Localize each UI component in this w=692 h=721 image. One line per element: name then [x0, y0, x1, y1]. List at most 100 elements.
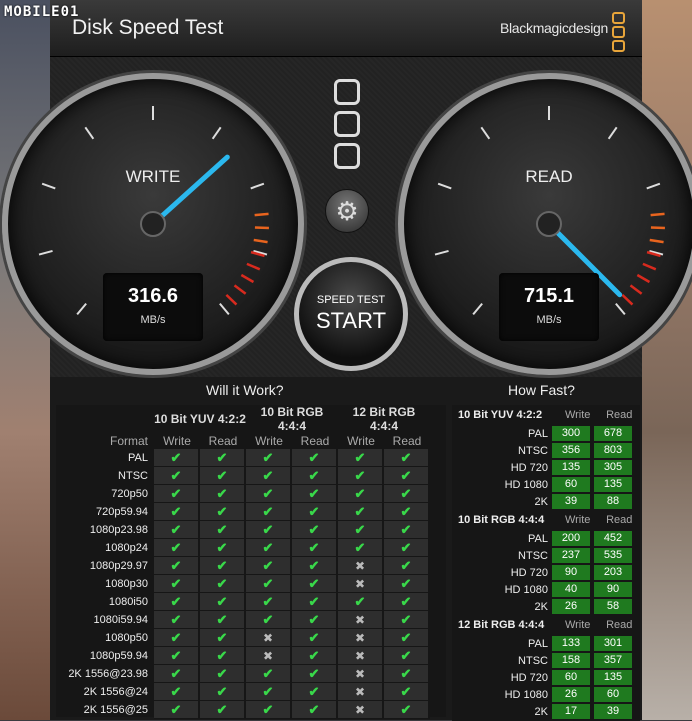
gauge-tick: [220, 304, 229, 315]
check-icon: ✔: [309, 702, 320, 717]
supported-cell: ✔: [292, 521, 338, 539]
supported-cell: ✔: [154, 647, 200, 665]
gauge-redline-tick: [234, 285, 245, 293]
title-bar: Disk Speed Test Blackmagicdesign: [50, 0, 642, 57]
check-icon: ✔: [355, 486, 366, 501]
start-button[interactable]: SPEED TEST START: [294, 257, 408, 371]
gauge-tick: [435, 251, 449, 255]
format-label: 2K 1556@23.98: [56, 665, 154, 683]
supported-cell: ✔: [154, 701, 200, 719]
supported-cell: ✔: [200, 593, 246, 611]
table-row: 2K 1556@23.98✔✔✔✔✖✔: [56, 665, 430, 683]
read-fps-value: 39: [594, 704, 632, 719]
group-name: 10 Bit YUV 4:2:2: [452, 409, 557, 425]
supported-cell: ✔: [246, 449, 292, 467]
check-icon: ✔: [217, 630, 228, 645]
check-icon: ✔: [309, 612, 320, 627]
check-icon: ✔: [355, 522, 366, 537]
write-fps-value: 40: [552, 582, 590, 597]
write-header: Write: [154, 433, 200, 449]
supported-cell: ✔: [200, 701, 246, 719]
supported-cell: ✔: [200, 467, 246, 485]
format-label: 720p59.94: [56, 503, 154, 521]
supported-cell: ✔: [384, 647, 430, 665]
gear-icon: ⚙: [335, 196, 358, 226]
check-icon: ✔: [401, 486, 412, 501]
check-icon: ✔: [401, 684, 412, 699]
check-icon: ✔: [355, 540, 366, 555]
gauge-tick: [609, 127, 617, 138]
settings-button[interactable]: ⚙: [325, 189, 369, 233]
gauge-hub: [141, 212, 165, 236]
supported-cell: ✔: [384, 503, 430, 521]
format-label: NTSC: [452, 445, 552, 457]
supported-cell: ✔: [154, 575, 200, 593]
check-icon: ✔: [309, 504, 320, 519]
format-label: 2K 1556@24: [56, 683, 154, 701]
supported-cell: ✔: [246, 575, 292, 593]
how-fast-panel: 10 Bit YUV 4:2:2WriteReadPAL300678NTSC35…: [452, 405, 640, 721]
check-icon: ✔: [171, 666, 182, 681]
supported-cell: ✔: [338, 467, 384, 485]
unsupported-cell: ✖: [338, 575, 384, 593]
supported-cell: ✔: [338, 485, 384, 503]
read-fps-value: 535: [594, 548, 632, 563]
check-icon: ✔: [217, 666, 228, 681]
check-icon: ✔: [171, 612, 182, 627]
table-row: 1080p23.98✔✔✔✔✔✔: [56, 521, 430, 539]
supported-cell: ✔: [246, 557, 292, 575]
gauge-tick: [616, 304, 625, 315]
table-row: 1080p30✔✔✔✔✖✔: [56, 575, 430, 593]
check-icon: ✔: [171, 504, 182, 519]
write-fps-value: 39: [552, 494, 590, 509]
brand-logo-icon: [612, 12, 624, 54]
app-window: Disk Speed Test Blackmagicdesign WRITE 3…: [50, 0, 642, 720]
gauge-redline-tick: [622, 295, 632, 305]
check-icon: ✔: [309, 630, 320, 645]
format-label: HD 720: [452, 672, 552, 684]
supported-cell: ✔: [154, 485, 200, 503]
format-label: PAL: [452, 428, 552, 440]
how-fast-group: 12 Bit RGB 4:4:4WriteReadPAL133301NTSC15…: [452, 619, 640, 720]
supported-cell: ✔: [338, 449, 384, 467]
format-label: HD 1080: [452, 479, 552, 491]
read-speed-value: 715.1: [499, 285, 599, 308]
check-icon: ✔: [263, 504, 274, 519]
gauge-redline-tick: [226, 295, 236, 305]
check-icon: ✔: [263, 666, 274, 681]
supported-cell: ✔: [338, 521, 384, 539]
check-icon: ✔: [263, 522, 274, 537]
check-icon: ✔: [309, 576, 320, 591]
format-label: HD 1080: [452, 689, 552, 701]
supported-cell: ✔: [154, 665, 200, 683]
write-readout: 316.6 MB/s: [103, 273, 203, 341]
unsupported-cell: ✖: [338, 701, 384, 719]
format-label: 1080p50: [56, 629, 154, 647]
how-fast-row: 2K2658: [452, 598, 640, 615]
read-header: Read: [598, 514, 640, 530]
read-fps-value: 305: [594, 460, 632, 475]
check-icon: ✔: [355, 450, 366, 465]
format-label: PAL: [452, 533, 552, 545]
check-icon: ✔: [401, 540, 412, 555]
read-header: Read: [384, 433, 430, 449]
check-icon: ✔: [401, 666, 412, 681]
write-fps-value: 200: [552, 531, 590, 546]
gauge-redline-tick: [247, 264, 260, 269]
check-icon: ✔: [171, 522, 182, 537]
check-icon: ✔: [263, 594, 274, 609]
supported-cell: ✔: [200, 629, 246, 647]
check-icon: ✔: [217, 576, 228, 591]
format-label: 2K: [452, 706, 552, 718]
will-it-work-panel: 10 Bit YUV 4:2:2 10 Bit RGB 4:4:4 12 Bit…: [56, 405, 446, 717]
read-header: Read: [598, 619, 640, 635]
check-icon: ✔: [309, 468, 320, 483]
check-icon: ✔: [217, 486, 228, 501]
check-icon: ✔: [355, 504, 366, 519]
table-row: 1080p59.94✔✔✖✔✖✔: [56, 647, 430, 665]
read-gauge: READ 715.1 MB/s: [398, 73, 692, 375]
will-it-work-title: Will it Work?: [206, 382, 284, 398]
supported-cell: ✔: [200, 647, 246, 665]
table-row: 1080p24✔✔✔✔✔✔: [56, 539, 430, 557]
check-icon: ✔: [401, 612, 412, 627]
